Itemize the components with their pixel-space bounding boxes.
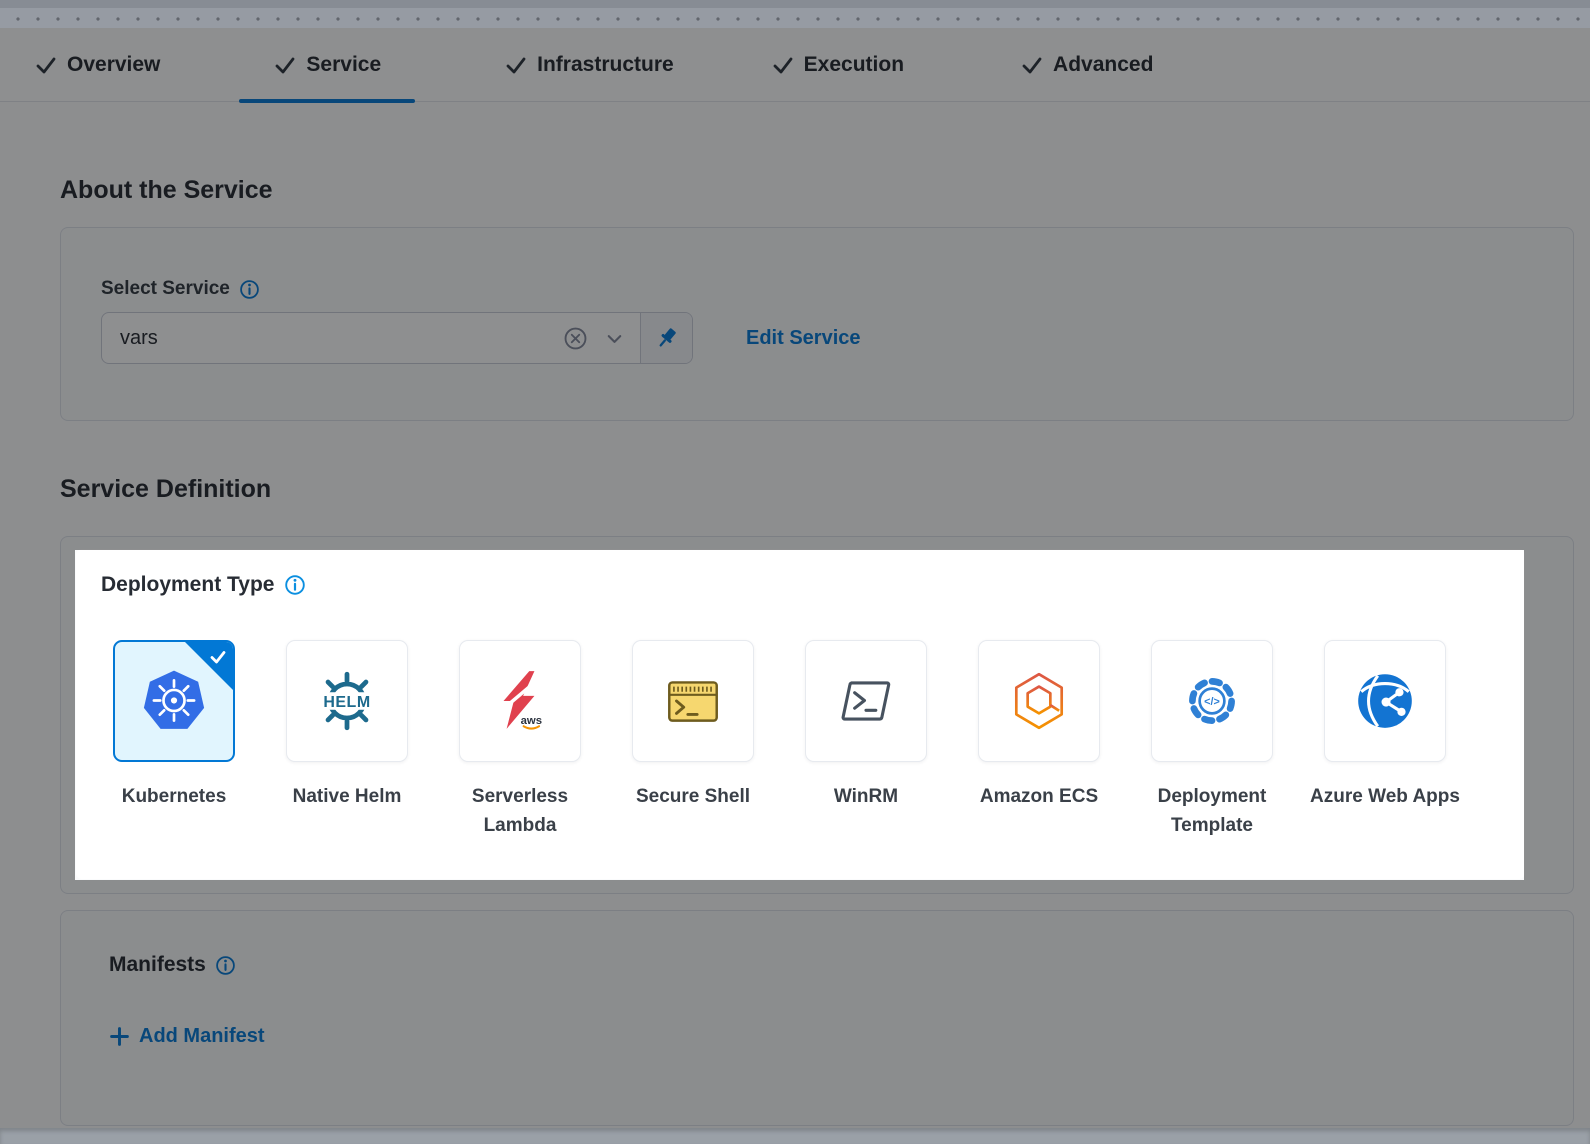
chevron-down-icon[interactable] <box>603 327 626 350</box>
check-icon <box>771 53 795 77</box>
service-select-value: vars <box>120 327 562 350</box>
check-icon <box>1020 53 1044 77</box>
check-icon <box>273 53 297 77</box>
amazon-ecs-icon <box>1006 668 1072 734</box>
service-select-group: vars <box>101 312 693 364</box>
tab-label: Execution <box>804 53 904 77</box>
info-icon[interactable] <box>284 574 306 596</box>
select-service-label: Select Service <box>101 278 230 300</box>
tab-label: Advanced <box>1053 53 1153 77</box>
service-definition-heading: Service Definition <box>60 475 1574 504</box>
svg-text:HELM: HELM <box>323 694 370 711</box>
check-icon <box>504 53 528 77</box>
deployment-type-label-text: Secure Shell <box>608 782 778 811</box>
tab-overview[interactable]: Overview <box>0 28 194 102</box>
winrm-icon <box>833 668 899 734</box>
manifests-card: Manifests Add Manifest <box>60 910 1574 1126</box>
pin-service-button[interactable] <box>640 313 692 363</box>
deployment-type-label-text: Azure Web Apps <box>1300 782 1470 811</box>
deployment-type-azure-web-apps[interactable]: Azure Web Apps <box>1324 640 1446 841</box>
deployment-type-label-text: Deployment Template <box>1127 782 1297 841</box>
edit-service-link[interactable]: Edit Service <box>746 327 861 350</box>
info-icon[interactable] <box>239 279 260 300</box>
secure-shell-icon <box>660 668 726 734</box>
tab-label: Infrastructure <box>537 53 674 77</box>
pipeline-canvas-strip-bottom <box>0 1128 1590 1144</box>
pin-icon <box>653 325 680 352</box>
deployment-type-box: Deployment Type <box>76 549 1525 879</box>
deployment-type-amazon-ecs[interactable]: Amazon ECS <box>978 640 1100 841</box>
tab-execution[interactable]: Execution <box>737 28 938 102</box>
info-icon[interactable] <box>215 955 236 976</box>
deployment-type-deployment-template[interactable]: </> Deployment Template <box>1151 640 1273 841</box>
tab-label: Overview <box>67 53 160 77</box>
deployment-type-label-text: Native Helm <box>262 782 432 811</box>
deployment-type-label: Deployment Type <box>101 573 274 597</box>
azure-web-apps-icon <box>1352 668 1418 734</box>
deployment-type-winrm[interactable]: WinRM <box>805 640 927 841</box>
tab-advanced[interactable]: Advanced <box>986 28 1187 102</box>
deployment-type-kubernetes[interactable]: Kubernetes <box>113 640 235 841</box>
about-service-heading: About the Service <box>60 176 1574 205</box>
deployment-type-label-text: Amazon ECS <box>954 782 1124 811</box>
selected-check-icon <box>208 647 228 667</box>
pipeline-canvas-strip <box>0 0 1590 28</box>
deployment-type-secure-shell[interactable]: Secure Shell <box>632 640 754 841</box>
check-icon <box>34 53 58 77</box>
deployment-type-label-text: Kubernetes <box>89 782 259 811</box>
deployment-type-row: Kubernetes <box>113 640 1525 841</box>
deployment-type-native-helm[interactable]: HELM Native Helm <box>286 640 408 841</box>
tab-service[interactable]: Service <box>239 28 415 102</box>
plus-icon <box>109 1026 130 1047</box>
tab-infrastructure[interactable]: Infrastructure <box>470 28 708 102</box>
deployment-type-label-text: Serverless Lambda <box>435 782 605 841</box>
stage-tabbar: Overview Service Infrastructure Executio… <box>0 28 1590 102</box>
tab-label: Service <box>306 53 381 77</box>
manifests-heading: Manifests <box>109 953 206 977</box>
native-helm-icon: HELM <box>314 668 380 734</box>
add-manifest-label: Add Manifest <box>139 1025 265 1048</box>
clear-icon[interactable] <box>562 325 589 352</box>
deployment-type-label-text: WinRM <box>781 782 951 811</box>
service-definition-card: Deployment Type <box>60 536 1574 894</box>
service-select-input[interactable]: vars <box>102 313 640 363</box>
deployment-template-icon: </> <box>1179 668 1245 734</box>
stage-config-panel: Overview Service Infrastructure Executio… <box>0 28 1590 1128</box>
add-manifest-button[interactable]: Add Manifest <box>109 1025 1573 1048</box>
about-service-card: Select Service vars <box>60 227 1574 421</box>
deployment-type-serverless-lambda[interactable]: aws Serverless Lambda <box>459 640 581 841</box>
serverless-lambda-icon: aws <box>487 668 553 734</box>
svg-text:</>: </> <box>1204 696 1220 708</box>
